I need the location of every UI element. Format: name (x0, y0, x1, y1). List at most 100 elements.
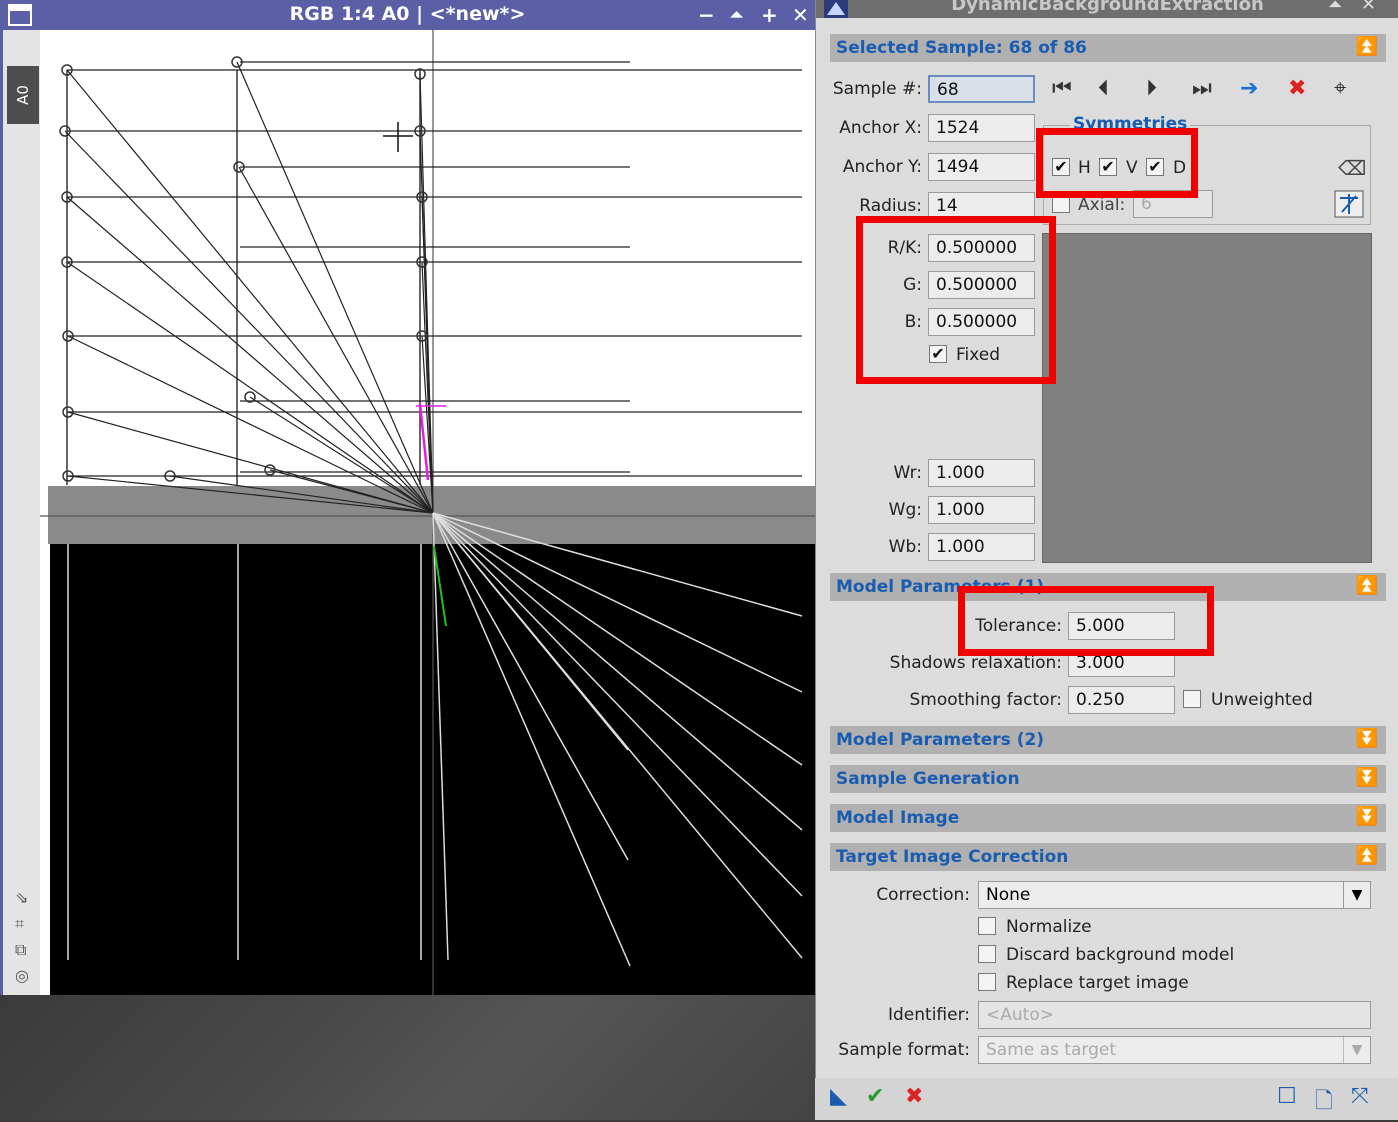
section-selected-sample[interactable]: Selected Sample: 68 of 86 ⏫ (830, 34, 1386, 62)
symmetry-h-checkbox[interactable]: ✔ (1052, 158, 1070, 176)
clear-symmetries-icon[interactable]: ⌫ (1338, 156, 1366, 180)
correction-select[interactable]: None ▼ (978, 881, 1371, 909)
next-sample-icon[interactable]: ⏵ (1146, 76, 1157, 101)
axial-spinbox[interactable]: 6 (1133, 190, 1213, 218)
section-sample-generation[interactable]: Sample Generation ⏬ (830, 765, 1386, 793)
unweighted-label: Unweighted (1211, 690, 1313, 710)
symmetry-d-checkbox[interactable]: ✔ (1146, 158, 1164, 176)
wr-input[interactable]: 1.000 (928, 459, 1035, 487)
discard-background-label: Discard background model (1006, 945, 1235, 965)
go-to-sample-icon[interactable]: ➔ (1240, 76, 1258, 101)
discard-background-checkbox[interactable] (978, 945, 996, 963)
browse-documentation-icon[interactable]: ☐ (1277, 1084, 1297, 1109)
expand-icon[interactable]: ⏬ (1356, 806, 1378, 827)
target-icon[interactable]: ◎ (15, 966, 29, 985)
anchor-y-label: Anchor Y: (842, 157, 922, 177)
image-window-title: RGB 1:4 A0 | <*new*> (289, 3, 526, 25)
shadows-relaxation-input[interactable]: 3.000 (1068, 649, 1175, 677)
sample-number-label: Sample #: (832, 79, 922, 99)
g-label: G: (903, 275, 922, 295)
symmetry-v-checkbox[interactable]: ✔ (1099, 158, 1117, 176)
resize-arrow-icon[interactable]: ⇘ (15, 888, 28, 907)
panel-shade-icon[interactable]: ⏶ (1328, 0, 1342, 15)
wg-label: Wg: (888, 500, 922, 520)
maximize-button[interactable]: + (761, 2, 778, 28)
section-model-image[interactable]: Model Image ⏬ (830, 804, 1386, 832)
identifier-label: Identifier: (887, 1005, 970, 1025)
anchor-x-input[interactable]: 1524 (928, 114, 1035, 142)
cancel-icon[interactable]: ✖ (905, 1084, 923, 1109)
image-side-strip: A0 ⇘ ⌗ ⧉ ◎ (0, 30, 40, 995)
panel-bottom-bar (815, 1078, 1398, 1120)
b-label: B: (904, 312, 922, 332)
symmetry-d-label: D (1173, 158, 1187, 178)
first-sample-icon[interactable]: ⏮ (1052, 76, 1072, 101)
g-input[interactable]: 0.500000 (928, 271, 1035, 299)
b-input[interactable]: 0.500000 (928, 308, 1035, 336)
image-window-titlebar[interactable]: RGB 1:4 A0 | <*new*> − ⏶ + ✕ (0, 0, 815, 30)
radius-input[interactable]: 14 (928, 192, 1035, 220)
anchor-y-input[interactable]: 1494 (928, 153, 1035, 181)
section-target-image-correction[interactable]: Target Image Correction ⏫ (830, 843, 1386, 871)
axial-checkbox[interactable] (1052, 195, 1070, 213)
previous-sample-icon[interactable]: ⏴ (1098, 76, 1109, 101)
symmetry-h-label: H (1078, 158, 1091, 178)
correction-label: Correction: (876, 885, 970, 905)
center-crosshair-icon[interactable]: ⌖ (1334, 76, 1346, 101)
chevron-down-icon[interactable]: ▼ (1343, 1037, 1370, 1063)
sample-format-select[interactable]: Same as target ▼ (978, 1036, 1371, 1064)
normalize-checkbox[interactable] (978, 917, 996, 935)
collapse-icon[interactable]: ⏫ (1356, 845, 1378, 866)
shadows-relaxation-label: Shadows relaxation: (889, 653, 1062, 673)
panel-titlebar[interactable]: DynamicBackgroundExtraction ⏶ ✕ (816, 0, 1398, 18)
delete-sample-icon[interactable]: ✖ (1288, 76, 1306, 101)
fixed-label: Fixed (956, 345, 1001, 365)
symmetries-label: Symmetries (1070, 114, 1191, 134)
wb-label: Wb: (888, 537, 922, 557)
sample-preview (1042, 233, 1372, 563)
collapse-icon[interactable]: ⏫ (1356, 36, 1378, 57)
anchor-x-label: Anchor X: (839, 118, 922, 138)
clone-view-icon[interactable]: ⧉ (15, 940, 26, 960)
wb-input[interactable]: 1.000 (928, 533, 1035, 561)
unweighted-checkbox[interactable] (1183, 690, 1201, 708)
wg-input[interactable]: 1.000 (928, 496, 1035, 524)
wr-label: Wr: (893, 463, 922, 483)
collapse-icon[interactable]: ⏫ (1356, 575, 1378, 596)
tolerance-label: Tolerance: (975, 616, 1062, 636)
smoothing-factor-input[interactable]: 0.250 (1068, 686, 1175, 714)
view-tab-a0[interactable]: A0 (7, 66, 39, 124)
close-button[interactable]: ✕ (792, 2, 809, 28)
apply-icon[interactable]: ✔ (866, 1084, 884, 1109)
smoothing-factor-label: Smoothing factor: (909, 690, 1062, 710)
fixed-checkbox[interactable]: ✔ (929, 345, 947, 363)
last-sample-icon[interactable]: ⏭ (1192, 76, 1212, 101)
image-window[interactable]: RGB 1:4 A0 | <*new*> − ⏶ + ✕ A0 ⇘ ⌗ ⧉ ◎ (0, 0, 815, 995)
shade-button[interactable]: ⏶ (730, 2, 743, 28)
panel-close-icon[interactable]: ✕ (1361, 0, 1376, 15)
expand-icon[interactable]: ⏬ (1356, 728, 1378, 749)
edit-instance-icon[interactable]: 🗋 (1315, 1084, 1333, 1122)
radius-label: Radius: (859, 196, 922, 216)
reset-icon[interactable]: ⤧ (1351, 1084, 1369, 1109)
image-canvas[interactable] (40, 30, 815, 995)
minimize-button[interactable]: − (698, 2, 715, 28)
fit-frame-icon[interactable]: ⌗ (15, 914, 24, 934)
panel-title: DynamicBackgroundExtraction (951, 0, 1264, 15)
replace-target-label: Replace target image (1006, 973, 1189, 993)
rk-input[interactable]: 0.500000 (928, 234, 1035, 262)
chevron-down-icon[interactable]: ▼ (1343, 882, 1370, 908)
identifier-input[interactable]: <Auto> (978, 1001, 1371, 1029)
section-model-parameters-1[interactable]: Model Parameters (1) ⏫ (830, 573, 1386, 601)
tolerance-input[interactable]: 5.000 (1068, 612, 1175, 640)
rk-label: R/K: (887, 238, 922, 258)
sample-number-input[interactable]: 68 (928, 75, 1035, 103)
desktop-background (0, 995, 815, 1120)
symmetry-preview-icon[interactable] (1334, 190, 1364, 218)
axial-label: Axial: (1078, 195, 1126, 215)
section-model-parameters-2[interactable]: Model Parameters (2) ⏬ (830, 726, 1386, 754)
replace-target-checkbox[interactable] (978, 973, 996, 991)
expand-icon[interactable]: ⏬ (1356, 767, 1378, 788)
sample-format-label: Sample format: (838, 1040, 970, 1060)
new-instance-icon[interactable]: ◣ (830, 1084, 847, 1109)
